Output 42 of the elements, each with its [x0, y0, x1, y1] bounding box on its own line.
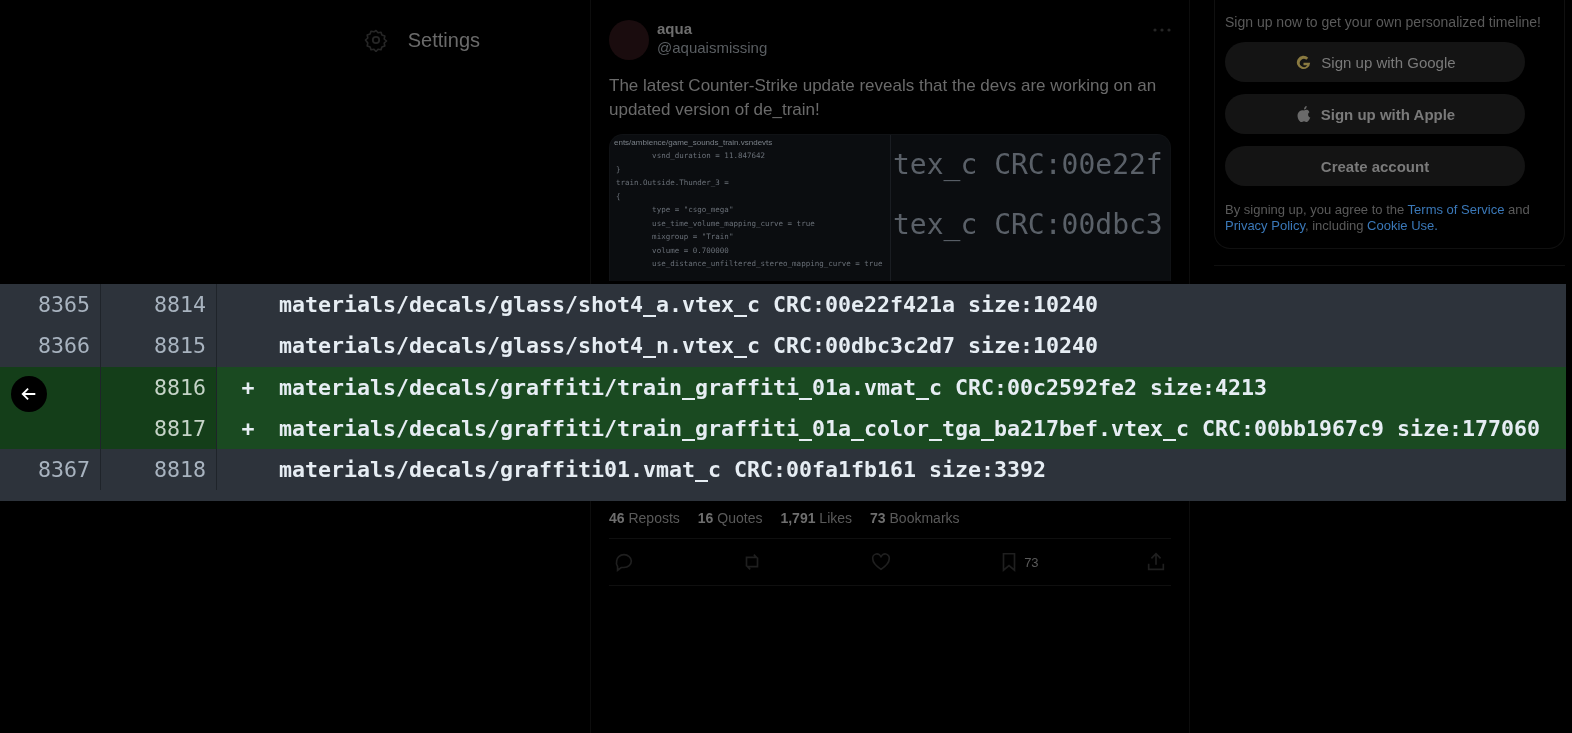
line-number: 8817 [101, 407, 217, 450]
line-number: 8816 [101, 366, 217, 408]
line-number: 8367 [0, 449, 101, 491]
line-number: 8366 [0, 325, 101, 367]
added-sign: + [240, 416, 256, 442]
settings-icon [363, 28, 388, 52]
avatar[interactable] [609, 20, 649, 60]
stat-link[interactable]: 73 Bookmarks [870, 510, 960, 526]
legal-link[interactable]: Privacy Policy [1225, 218, 1305, 233]
signup-prompt: Sign up now to get your own personalized timeline! [1225, 14, 1542, 30]
sidebar-item[interactable]: Settings [363, 28, 480, 52]
signup-button[interactable]: Sign up with Google [1225, 42, 1525, 82]
signup-button[interactable]: Sign up with Apple [1225, 94, 1525, 134]
code-fragment: tex_c CRC:00e22f [893, 147, 1164, 183]
line-number: 8818 [101, 449, 217, 491]
diff-line: materials/decals/graffiti/train_graffiti_01a.vmat_c CRC:00c2592fe2 size:4213 [279, 374, 1268, 400]
tweet-image[interactable] [609, 134, 1171, 281]
more-icon[interactable] [1153, 28, 1171, 32]
stat-link[interactable]: 1,791 Likes [780, 510, 853, 526]
line-number: 8815 [101, 325, 217, 367]
diff-line: materials/decals/graffiti/train_graffiti_01a_color_tga_ba217bef.vtex_c CRC:00bb1967c9 size:177060 [279, 416, 1541, 442]
author-name[interactable]: aqua [657, 20, 768, 37]
code-title: ents/ambience/game_sounds_train.vsndevts [613, 138, 774, 147]
diff-line: materials/decals/glass/shot4_n.vtex_c CRC:00dbc3c2d7 size:10240 [279, 333, 1099, 359]
bookmark-count: 73 [1024, 554, 1039, 570]
signup-button[interactable]: Create account [1225, 146, 1525, 186]
code-fragment: tex_c CRC:00dbc3 [893, 207, 1164, 243]
diff-line: materials/decals/glass/shot4_a.vtex_c CRC:00e22f421a size:10240 [279, 292, 1099, 318]
heart-icon[interactable] [869, 551, 892, 573]
stat-link[interactable]: 16 Quotes [697, 510, 763, 526]
legal-link[interactable]: Cookie Use. [1367, 218, 1438, 233]
diff-line: materials/decals/graffiti01.vmat_c CRC:00fa1fb161 size:3392 [279, 457, 1047, 483]
back-arrow-icon [20, 385, 38, 403]
tweet-text: The latest Counter-Strike update reveals that the devs are working on an updated version of de_train! [609, 75, 1158, 121]
legal-text: By signing up, you agree to the Terms of Service and Privacy Policy, including Cookie Use. [1225, 202, 1531, 234]
author-handle[interactable]: @aquaismissing [657, 39, 768, 56]
stat-link[interactable]: 46 Reposts [609, 510, 680, 526]
added-sign: + [240, 374, 256, 400]
line-number: 8814 [101, 284, 217, 326]
reply-icon[interactable] [613, 551, 635, 573]
legal-link[interactable]: Terms of Service [1407, 202, 1505, 217]
line-number: 8365 [0, 284, 101, 326]
